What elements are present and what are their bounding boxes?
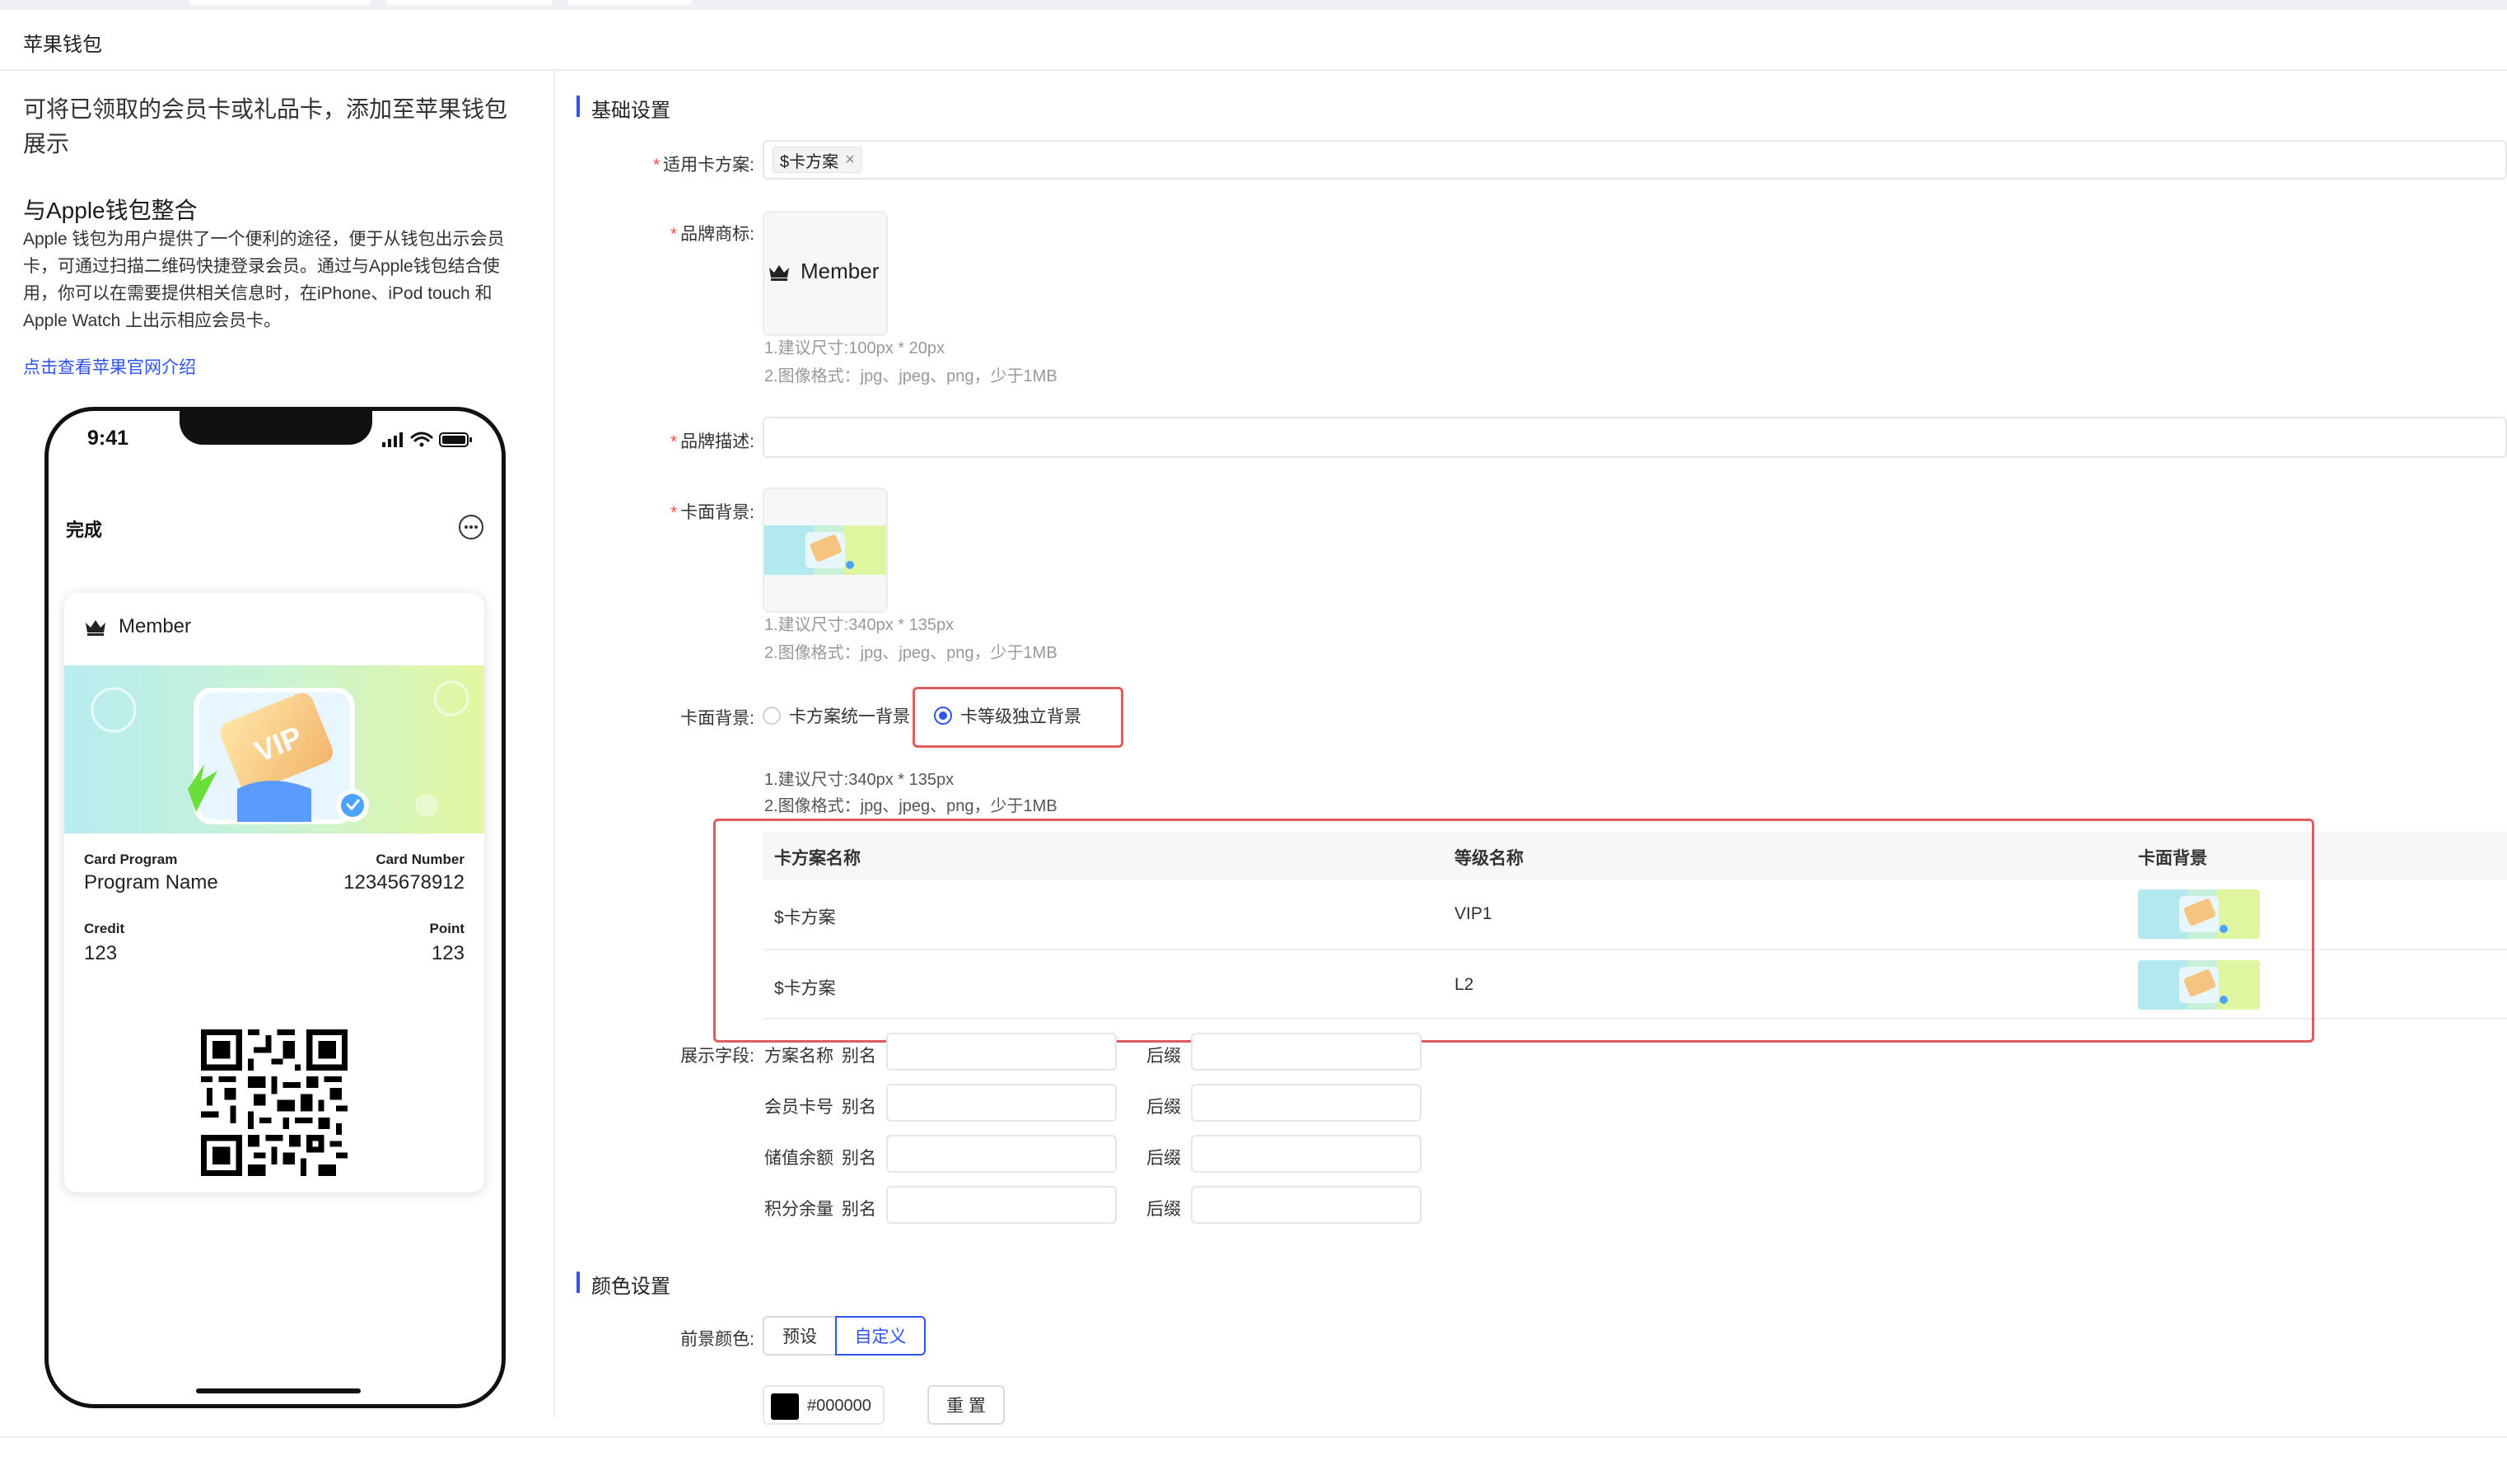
color-swatch[interactable] <box>771 1393 799 1420</box>
plan-field-label: * 适用卡方案: <box>652 156 754 175</box>
desc-field-label: * 品牌描述: <box>670 432 754 451</box>
radio-level-label: 卡等级独立背景 <box>960 707 1081 726</box>
card-brand-text: Member <box>119 615 192 637</box>
reset-color-button[interactable]: 重 置 <box>927 1385 1005 1425</box>
alias-input-4[interactable] <box>886 1186 1117 1224</box>
point-label: Point <box>429 921 465 936</box>
crown-icon <box>86 620 105 636</box>
bg-size-hint: 1.建议尺寸:340px * 135px <box>764 616 955 634</box>
color-value-input[interactable]: #000000 <box>763 1385 885 1425</box>
card-number-value: 12345678912 <box>343 871 465 894</box>
field-name-1: 方案名称 <box>764 1047 833 1066</box>
radio-level-bg[interactable]: 卡等级独立背景 <box>934 703 1081 728</box>
apple-official-link[interactable]: 点击查看苹果官网介绍 <box>23 354 196 379</box>
alias-input-2[interactable] <box>886 1084 1117 1122</box>
radio-level-circle[interactable] <box>934 707 952 725</box>
alias-input-3[interactable] <box>886 1135 1117 1173</box>
field-name-4: 积分余量 <box>764 1200 833 1219</box>
radio-unified-label: 卡方案统一背景 <box>789 707 910 726</box>
alias-label-3: 别名 <box>842 1149 876 1168</box>
point-value: 123 <box>431 942 465 964</box>
section-bar <box>577 96 580 117</box>
bg-format-hint: 2.图像格式：jpg、jpeg、png，少于1MB <box>764 644 1057 662</box>
credit-value: 123 <box>84 942 118 964</box>
logo-label-text: 品牌商标: <box>680 225 754 244</box>
suffix-label-1: 后缀 <box>1146 1047 1181 1066</box>
logo-format-hint: 2.图像格式：jpg、jpeg、png，少于1MB <box>764 367 1057 385</box>
bg-upload[interactable] <box>763 488 888 613</box>
phone-time: 9:41 <box>87 427 129 450</box>
alias-label-1: 别名 <box>842 1047 876 1066</box>
alias-input-1[interactable] <box>886 1033 1117 1071</box>
field-name-2: 会员卡号 <box>764 1098 833 1117</box>
phone-home-indicator <box>196 1388 361 1393</box>
plan-tag-text: $卡方案 <box>780 152 839 171</box>
logo-preview: Member <box>768 259 879 284</box>
apple-wallet-heading: 与Apple钱包整合 <box>23 198 198 223</box>
bg-mode-format-hint: 2.图像格式：jpg、jpeg、png，少于1MB <box>764 797 1057 815</box>
logo-upload[interactable]: Member <box>763 211 888 336</box>
bg-mode-size-hint: 1.建议尺寸:340px * 135px <box>764 771 955 789</box>
status-icons <box>382 432 472 447</box>
suffix-input-4[interactable] <box>1191 1186 1422 1224</box>
signal-icon <box>382 432 403 447</box>
highlight-box-table <box>713 819 2314 1043</box>
page-title: 苹果钱包 <box>23 34 102 56</box>
more-options-icon[interactable] <box>458 514 484 540</box>
brand-description-input[interactable] <box>763 417 2507 458</box>
bg-preview-image <box>764 525 886 575</box>
bg-mode-label: 卡面背景: <box>680 709 754 728</box>
credit-label: Credit <box>84 921 125 936</box>
suffix-input-2[interactable] <box>1191 1084 1422 1122</box>
radio-unified-circle[interactable] <box>763 707 781 725</box>
color-value-text: #000000 <box>807 1397 871 1415</box>
wallet-card-preview: Member VIP Card Program Card Number Prog… <box>64 593 484 1192</box>
custom-color-button[interactable]: 自定义 <box>835 1316 926 1356</box>
battery-icon <box>439 432 472 447</box>
plan-select[interactable]: $卡方案 × <box>763 140 2507 180</box>
alias-label-2: 别名 <box>842 1098 876 1117</box>
card-program-value: Program Name <box>84 871 218 894</box>
card-brand: Member <box>84 614 191 639</box>
bg-field-label: * 卡面背景: <box>670 503 754 522</box>
qr-code <box>201 1029 348 1176</box>
bg-label-text: 卡面背景: <box>680 503 754 522</box>
suffix-input-1[interactable] <box>1191 1033 1422 1071</box>
card-background-image: VIP <box>64 665 484 833</box>
suffix-input-3[interactable] <box>1191 1135 1422 1173</box>
crown-icon <box>769 264 789 281</box>
alias-label-4: 别名 <box>842 1200 876 1219</box>
phone-notch <box>180 407 372 445</box>
suffix-label-2: 后缀 <box>1146 1098 1181 1117</box>
card-number-label: Card Number <box>376 852 465 867</box>
preset-color-button[interactable]: 预设 <box>763 1316 837 1356</box>
suffix-label-3: 后缀 <box>1146 1149 1181 1168</box>
section-bar <box>577 1272 580 1293</box>
phone-done-button[interactable]: 完成 <box>66 516 102 542</box>
logo-field-label: * 品牌商标: <box>670 225 754 244</box>
display-fields-label: 展示字段: <box>680 1047 754 1066</box>
radio-unified-bg[interactable]: 卡方案统一背景 <box>763 703 910 728</box>
basic-settings-title: 基础设置 <box>591 100 670 122</box>
logo-preview-text: Member <box>801 259 880 283</box>
plan-label-text: 适用卡方案: <box>663 156 754 175</box>
plan-tag: $卡方案 × <box>773 147 862 173</box>
logo-size-hint: 1.建议尺寸:100px * 20px <box>764 339 945 357</box>
card-program-label: Card Program <box>84 852 178 867</box>
top-tab-strip <box>0 0 2507 10</box>
page-header: 苹果钱包 <box>0 10 2507 71</box>
fg-color-label: 前景颜色: <box>680 1330 754 1349</box>
footer-divider <box>0 1436 2507 1438</box>
desc-label-text: 品牌描述: <box>680 432 754 451</box>
color-settings-title: 颜色设置 <box>591 1276 670 1298</box>
tag-remove-icon[interactable]: × <box>845 151 855 170</box>
suffix-label-4: 后缀 <box>1146 1200 1181 1219</box>
wifi-icon <box>410 432 433 447</box>
intro-text: 可将已领取的会员卡或礼品卡，添加至苹果钱包展示 <box>23 96 508 156</box>
apple-wallet-description: Apple 钱包为用户提供了一个便利的途径，便于从钱包出示会员卡，可通过扫描二维… <box>23 230 505 330</box>
field-name-3: 储值余额 <box>764 1149 833 1168</box>
